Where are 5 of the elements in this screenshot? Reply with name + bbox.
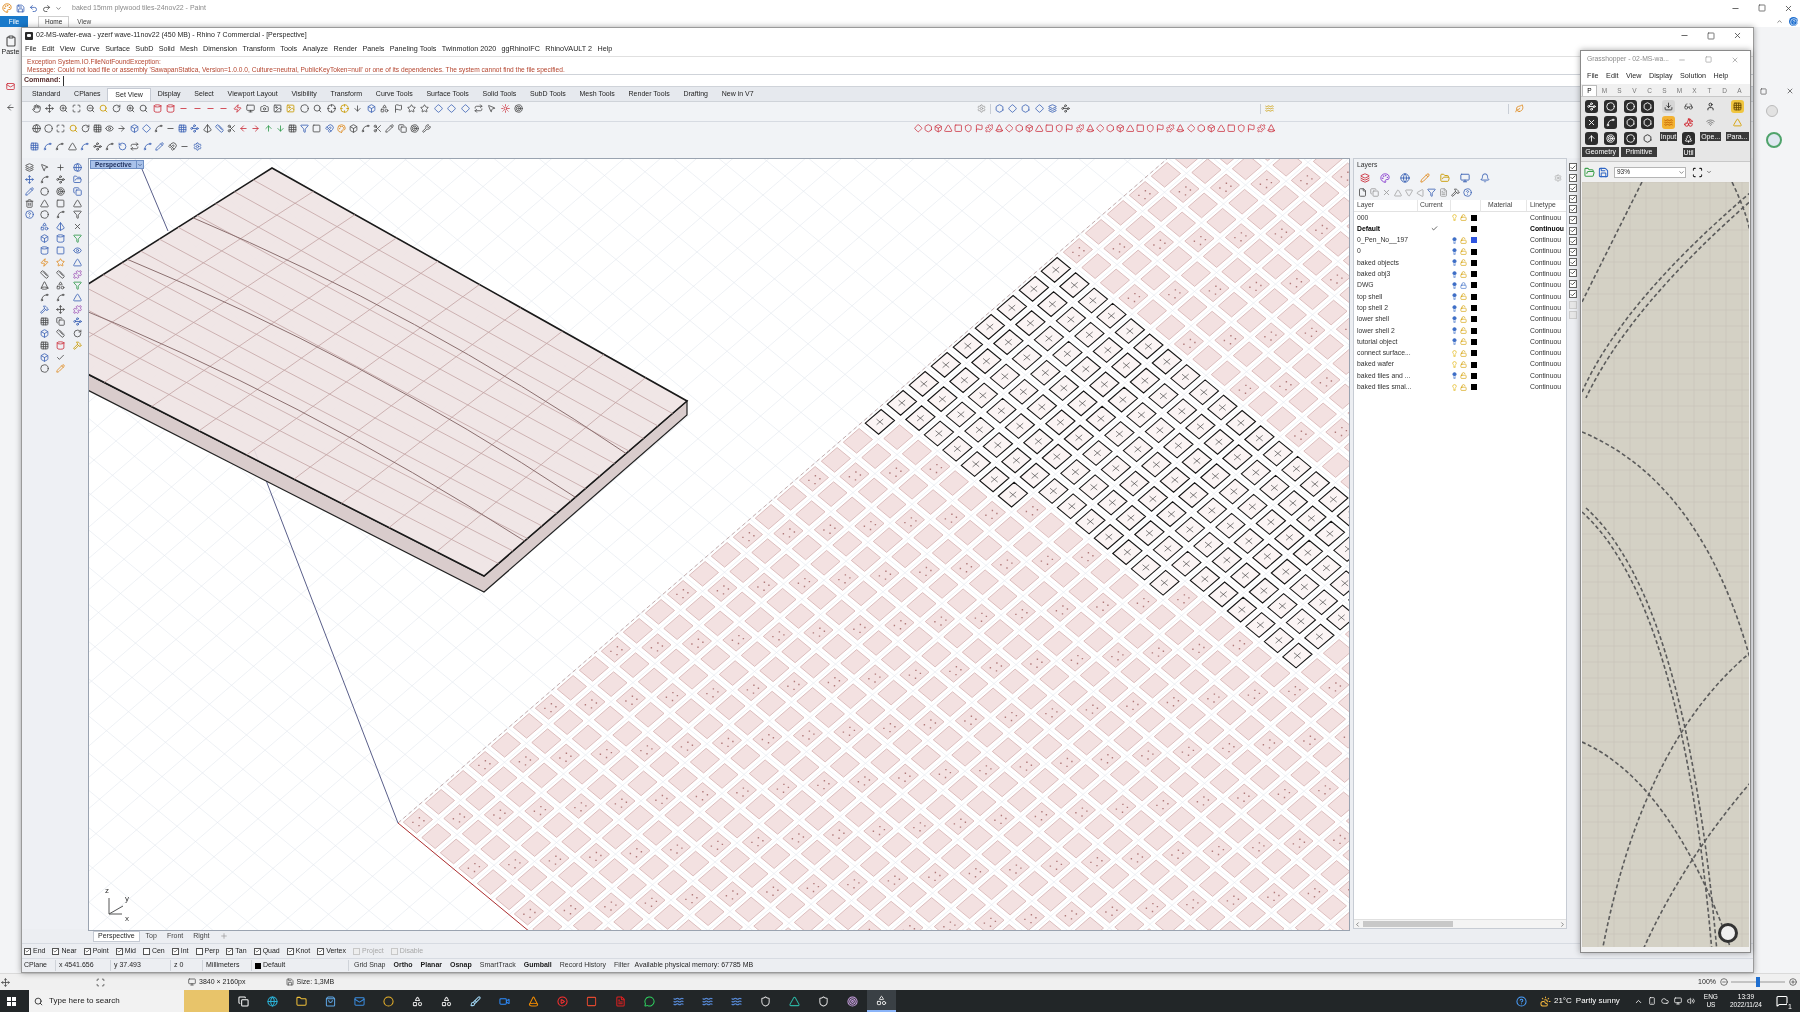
axis-label: x	[125, 915, 129, 923]
axis-label: y	[125, 895, 129, 903]
axis-label: z	[105, 887, 109, 895]
weather-text: Partly sunny	[1575, 995, 1620, 1007]
temperature: 21°C	[1553, 995, 1572, 1007]
